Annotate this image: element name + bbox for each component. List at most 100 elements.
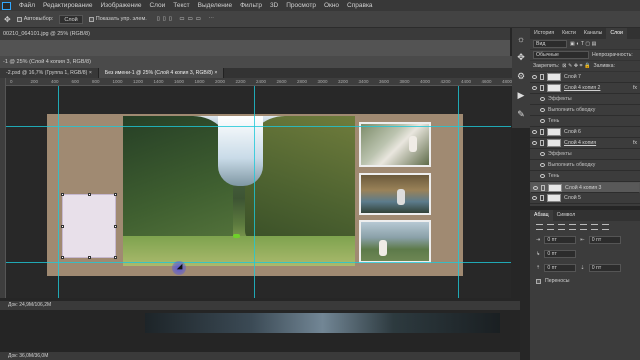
menu-3d[interactable]: 3D	[270, 2, 278, 9]
justify-left-button[interactable]	[569, 224, 576, 230]
menu-view[interactable]: Просмотр	[286, 2, 316, 9]
menu-select[interactable]: Выделение	[198, 2, 232, 9]
tab-channels[interactable]: Каналы	[580, 28, 606, 39]
chain-link-icon[interactable]	[540, 129, 544, 135]
ruler-horizontal[interactable]: 0 200 400 600 800 1000 1200 1400 1600 1800 2000 220…	[6, 78, 520, 86]
align-right-button[interactable]	[558, 224, 565, 230]
visibility-eye-icon[interactable]	[540, 119, 545, 123]
tab-paragraph[interactable]: Абзац	[530, 210, 553, 221]
guide-horizontal[interactable]	[6, 262, 511, 263]
chain-link-icon[interactable]	[540, 140, 544, 146]
visibility-eye-icon[interactable]	[532, 130, 537, 134]
blend-mode-select[interactable]: Обычные	[533, 51, 589, 59]
layer-effect-item[interactable]: Эффекты	[530, 149, 640, 160]
selected-placeholder-layer[interactable]	[61, 193, 117, 259]
tab-layers[interactable]: Слои	[606, 28, 627, 39]
guide-horizontal[interactable]	[6, 126, 511, 127]
lock-icons[interactable]: ⊠ ✎ ✥ ⌗ 🔒	[562, 63, 590, 70]
move-tool-icon[interactable]: ✥	[4, 15, 11, 24]
tab-brushes[interactable]: Кисти	[558, 28, 580, 39]
background-document-title[interactable]: 00210_064101.jpg @ 25% (RGB/8)	[0, 28, 510, 40]
transform-handle[interactable]	[114, 256, 117, 259]
menu-layers[interactable]: Слои	[149, 2, 165, 9]
justify-center-button[interactable]	[580, 224, 587, 230]
layer-row[interactable]: Слой 4 копия 3	[530, 182, 640, 193]
visibility-eye-icon[interactable]	[540, 174, 545, 178]
align-center-button[interactable]	[547, 224, 554, 230]
visibility-eye-icon[interactable]	[532, 86, 537, 90]
visibility-eye-icon[interactable]	[532, 75, 537, 79]
canvas-area[interactable]	[6, 86, 511, 298]
chain-link-icon[interactable]	[540, 85, 544, 91]
menu-image[interactable]: Изображение	[101, 2, 142, 9]
main-photo-lagoon[interactable]	[123, 116, 355, 266]
show-controls-checkbox[interactable]	[88, 16, 94, 22]
layer-effect-item[interactable]: Тень	[530, 116, 640, 127]
tab-history[interactable]: История	[530, 28, 558, 39]
photo-thumb-3[interactable]	[359, 220, 431, 263]
layer-effect-item[interactable]: Выполнить обводку	[530, 105, 640, 116]
visibility-eye-icon[interactable]	[532, 141, 537, 145]
menu-file[interactable]: Файл	[19, 2, 35, 9]
fx-icon[interactable]: fx	[633, 140, 637, 146]
layer-row[interactable]: Слой 5	[530, 193, 640, 204]
layer-effect-item[interactable]: Эффекты	[530, 94, 640, 105]
space-after-field[interactable]: 0 пт	[588, 264, 621, 272]
transform-handle[interactable]	[88, 193, 91, 196]
sun-icon[interactable]: ☼	[517, 34, 525, 44]
menu-edit[interactable]: Редактирование	[43, 2, 93, 9]
autoselect-checkbox[interactable]	[16, 16, 22, 22]
guide-vertical[interactable]	[254, 86, 255, 298]
tab-character[interactable]: Символ	[553, 210, 580, 221]
align-left-button[interactable]	[536, 224, 543, 230]
chain-link-icon[interactable]	[540, 74, 544, 80]
tab-untitled[interactable]: Без имени-1 @ 25% (Слой 4 копия 3, RGB/8…	[98, 68, 225, 78]
gear-icon[interactable]: ⚙	[517, 71, 525, 82]
layer-row[interactable]: Слой 4 копия fx	[530, 138, 640, 149]
layer-row[interactable]: Слой 7	[530, 72, 640, 83]
indent-left-field[interactable]: 0 пт	[544, 236, 577, 244]
menu-filter[interactable]: Фильтр	[240, 2, 262, 9]
chain-link-icon[interactable]	[540, 195, 544, 201]
guide-vertical[interactable]	[58, 86, 59, 298]
play-icon[interactable]: ▶	[518, 90, 525, 101]
justify-all-button[interactable]	[602, 224, 609, 230]
justify-right-button[interactable]	[591, 224, 598, 230]
layer-effect-item[interactable]: Тень	[530, 171, 640, 182]
autoselect-option[interactable]: Автовыбор:	[16, 16, 53, 22]
transform-handle[interactable]	[88, 256, 91, 259]
move-icon[interactable]: ✥	[517, 52, 525, 63]
layer-row[interactable]: Слой 6	[530, 127, 640, 138]
layer-effect-item[interactable]: Выполнить обводку	[530, 160, 640, 171]
fx-icon[interactable]: fx	[633, 85, 637, 91]
visibility-eye-icon[interactable]	[540, 97, 545, 101]
visibility-eye-icon[interactable]	[532, 196, 537, 200]
menu-help[interactable]: Справка	[347, 2, 373, 9]
layer-row[interactable]: Слой 4 копия 2 fx	[530, 83, 640, 94]
indent-first-field[interactable]: 0 пт	[544, 250, 577, 258]
menu-window[interactable]: Окно	[324, 2, 339, 9]
visibility-eye-icon[interactable]	[540, 108, 545, 112]
show-controls-option[interactable]: Показать упр. элем.	[88, 16, 147, 22]
tab-psd[interactable]: -2.psd @ 16,7% (Группа 1, RGB/8) ×	[0, 68, 99, 78]
filter-icons[interactable]: ▣ ◐ T ▢ ▤	[570, 41, 597, 47]
menu-type[interactable]: Текст	[173, 2, 189, 9]
transform-handle[interactable]	[61, 193, 64, 196]
transform-handle[interactable]	[61, 256, 64, 259]
transform-handle[interactable]	[61, 225, 64, 228]
hyphenation-checkbox[interactable]	[536, 278, 541, 284]
transform-handle[interactable]	[114, 193, 117, 196]
photo-thumb-1[interactable]	[359, 122, 431, 167]
autoselect-target-select[interactable]: Слой	[59, 14, 83, 24]
photo-thumb-2[interactable]	[359, 173, 431, 215]
transform-handle[interactable]	[114, 225, 117, 228]
visibility-eye-icon[interactable]	[540, 163, 545, 167]
brush-icon[interactable]: ✎	[517, 109, 525, 120]
align-buttons[interactable]: ▯▯▯ ▭▭▭ ⋯	[157, 16, 217, 22]
visibility-eye-icon[interactable]	[533, 185, 538, 190]
document-window-titlebar[interactable]: -1 @ 25% (Слой 4 копия 3, RGB/8) ×	[0, 56, 520, 68]
indent-right-field[interactable]: 0 пт	[588, 236, 621, 244]
chain-link-icon[interactable]	[541, 184, 545, 191]
photoshop-logo-icon[interactable]	[2, 1, 11, 10]
layer-kind-select[interactable]: Вид	[533, 40, 567, 48]
